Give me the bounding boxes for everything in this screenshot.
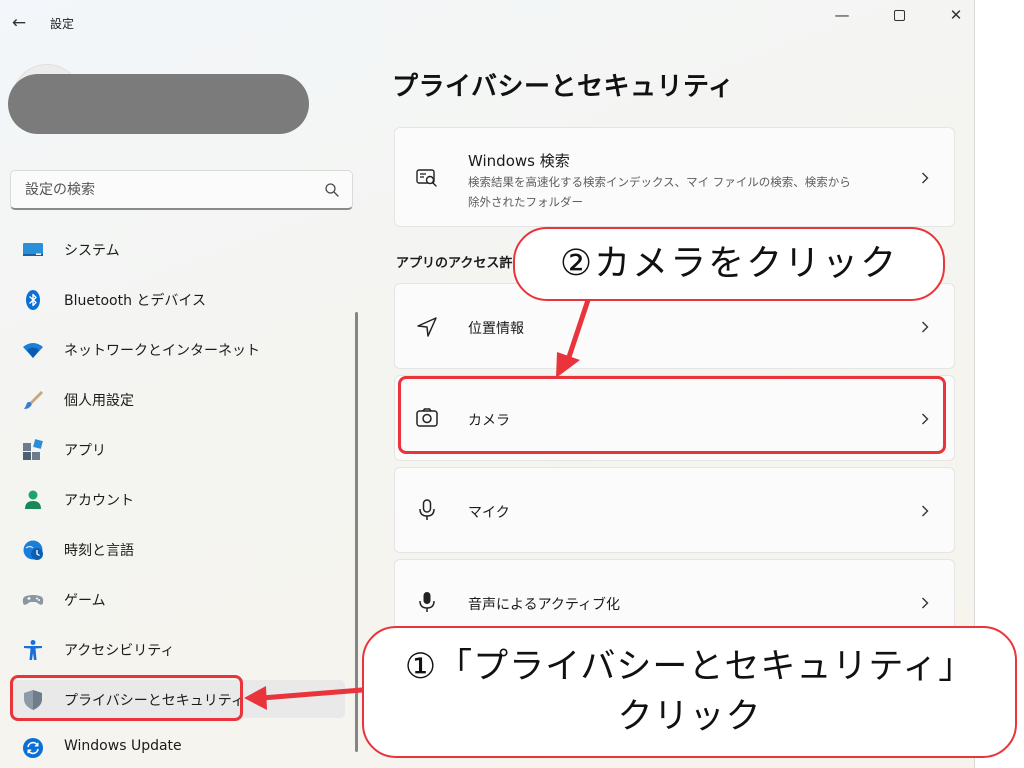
permission-label: 音声によるアクティブ化 [468, 597, 621, 613]
chevron-right-icon [922, 597, 929, 609]
back-button[interactable]: ← [8, 12, 30, 34]
windows-search-description: 検索結果を高速化する検索インデックス、マイ ファイルの検索、検索から 除外された… [468, 175, 851, 209]
sidebar-item-label: プライバシーとセキュリティ [64, 693, 245, 709]
section-heading-app-permissions: アプリのアクセス許 [396, 256, 513, 271]
sidebar-item-label: アプリ [64, 443, 106, 459]
time-language-icon [23, 540, 43, 560]
permission-item-camera[interactable]: カメラ [394, 375, 955, 461]
search-box[interactable] [10, 170, 353, 210]
sidebar-item-label: Windows Update [64, 738, 182, 754]
sidebar-item-time-language[interactable]: 時刻と言語 [10, 530, 345, 568]
sidebar-item-privacy-security[interactable]: プライバシーとセキュリティ [10, 680, 345, 718]
sidebar-item-windows-update[interactable]: Windows Update [10, 728, 345, 766]
search-icon[interactable] [324, 182, 340, 198]
account-icon [25, 490, 41, 509]
accessibility-icon [24, 640, 42, 660]
permission-item-microphone[interactable]: マイク [394, 467, 955, 553]
windows-search-card[interactable]: Windows 検索 検索結果を高速化する検索インデックス、マイ ファイルの検索… [394, 127, 955, 227]
sidebar-item-system[interactable]: システム [10, 230, 345, 268]
sidebar-item-label: アクセシビリティ [64, 643, 175, 659]
callout-privacy-line2: クリック [617, 697, 762, 737]
windows-update-icon [23, 738, 43, 758]
sidebar-item-bluetooth[interactable]: Bluetooth とデバイス [10, 280, 345, 318]
permission-label: カメラ [468, 413, 510, 429]
maximize-button[interactable] [879, 2, 919, 28]
chevron-right-icon [922, 413, 929, 425]
minimize-button[interactable]: — [822, 2, 862, 28]
callout-camera: ②カメラをクリック [513, 227, 945, 301]
permission-label: 位置情報 [468, 321, 524, 337]
system-display-icon [23, 243, 43, 256]
maximize-icon [893, 10, 905, 21]
sidebar-item-apps[interactable]: アプリ [10, 430, 345, 468]
sidebar-item-accessibility[interactable]: アクセシビリティ [10, 630, 345, 668]
sidebar-item-label: ネットワークとインターネット [64, 343, 260, 359]
microphone-filled-icon [419, 592, 435, 612]
callout-privacy-line1: ①「プライバシーとセキュリティ」 [404, 647, 975, 687]
sidebar-scrollbar[interactable] [355, 312, 358, 752]
sidebar-item-label: アカウント [64, 493, 134, 509]
apps-icon [23, 439, 43, 460]
windows-search-label: Windows 検索 [468, 152, 570, 170]
page-title: プライバシーとセキュリティ [392, 72, 735, 102]
gamepad-icon [22, 595, 44, 605]
sidebar-item-personalization[interactable]: 個人用設定 [10, 380, 345, 418]
sidebar-item-label: ゲーム [64, 593, 106, 609]
brush-icon [24, 391, 43, 409]
microphone-outline-icon [419, 499, 435, 520]
sidebar-item-label: 個人用設定 [64, 393, 134, 409]
chevron-right-icon [922, 172, 929, 184]
app-title: 設定 [50, 17, 75, 31]
callout-privacy: ①「プライバシーとセキュリティ」 クリック [362, 626, 1017, 758]
chevron-right-icon [922, 505, 929, 517]
close-button[interactable]: ✕ [936, 2, 976, 28]
wifi-icon [23, 343, 43, 358]
sidebar-item-label: システム [64, 243, 120, 259]
search-input[interactable] [11, 171, 311, 209]
location-icon [417, 317, 437, 337]
shield-icon [24, 690, 42, 710]
sidebar-item-network[interactable]: ネットワークとインターネット [10, 330, 345, 368]
profile-redacted [8, 74, 309, 134]
search-indexing-icon [416, 169, 437, 187]
bluetooth-icon [26, 290, 40, 310]
chevron-right-icon [922, 321, 929, 333]
camera-icon [416, 408, 438, 427]
sidebar-item-label: Bluetooth とデバイス [64, 293, 206, 309]
permission-label: マイク [468, 505, 510, 521]
sidebar-item-label: 時刻と言語 [64, 543, 134, 559]
sidebar-item-gaming[interactable]: ゲーム [10, 580, 345, 618]
sidebar-item-accounts[interactable]: アカウント [10, 480, 345, 518]
